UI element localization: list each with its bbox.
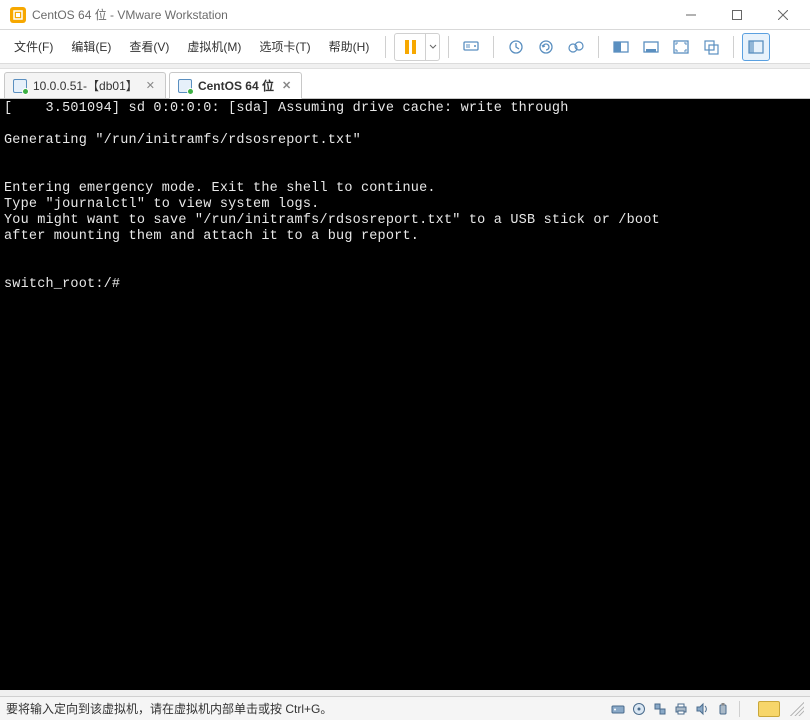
send-ctrl-alt-del-icon[interactable]	[457, 33, 485, 61]
statusbar: 要将输入定向到该虚拟机，请在虚拟机内部单击或按 Ctrl+G。	[0, 696, 810, 720]
window-title: CentOS 64 位 - VMware Workstation	[32, 6, 668, 23]
minimize-button[interactable]	[668, 0, 714, 30]
tab-db01[interactable]: 10.0.0.51-【db01】 ✕	[4, 72, 166, 98]
printer-icon[interactable]	[673, 701, 689, 717]
separator	[493, 36, 494, 58]
vm-icon	[13, 79, 27, 93]
harddisk-icon[interactable]	[610, 701, 626, 717]
cdrom-icon[interactable]	[631, 701, 647, 717]
vmware-app-icon	[10, 7, 26, 23]
chevron-down-icon[interactable]	[425, 34, 439, 60]
snapshot-take-icon[interactable]	[502, 33, 530, 61]
thumbnail-bar-icon[interactable]	[742, 33, 770, 61]
separator	[598, 36, 599, 58]
snapshot-manager-icon[interactable]	[562, 33, 590, 61]
device-status-icons	[610, 701, 731, 717]
menu-view[interactable]: 查看(V)	[121, 34, 177, 59]
vm-icon	[178, 79, 192, 93]
unity-icon[interactable]	[697, 33, 725, 61]
usb-icon[interactable]	[715, 701, 731, 717]
status-message: 要将输入定向到该虚拟机，请在虚拟机内部单击或按 Ctrl+G。	[6, 700, 610, 717]
menu-vm[interactable]: 虚拟机(M)	[179, 34, 249, 59]
titlebar: CentOS 64 位 - VMware Workstation	[0, 0, 810, 30]
menu-file[interactable]: 文件(F)	[6, 34, 61, 59]
menu-tabs[interactable]: 选项卡(T)	[251, 34, 318, 59]
fit-guest-icon[interactable]	[607, 33, 635, 61]
menu-edit[interactable]: 编辑(E)	[63, 34, 119, 59]
resize-grip[interactable]	[790, 702, 804, 716]
separator	[739, 701, 740, 717]
snapshot-revert-icon[interactable]	[532, 33, 560, 61]
close-icon[interactable]: ✕	[280, 79, 293, 92]
vm-console[interactable]: [ 3.501094] sd 0:0:0:0: [sda] Assuming d…	[0, 99, 810, 690]
fit-window-icon[interactable]	[637, 33, 665, 61]
maximize-button[interactable]	[714, 0, 760, 30]
fullscreen-icon[interactable]	[667, 33, 695, 61]
menu-help[interactable]: 帮助(H)	[321, 34, 378, 59]
sound-icon[interactable]	[694, 701, 710, 717]
tabstrip: 10.0.0.51-【db01】 ✕ CentOS 64 位 ✕	[0, 69, 810, 99]
power-button-group[interactable]	[394, 33, 440, 61]
menubar: 文件(F) 编辑(E) 查看(V) 虚拟机(M) 选项卡(T) 帮助(H)	[0, 30, 810, 64]
tab-label: CentOS 64 位	[198, 77, 274, 94]
close-icon[interactable]: ✕	[144, 79, 157, 92]
network-icon[interactable]	[652, 701, 668, 717]
close-button[interactable]	[760, 0, 806, 30]
separator	[733, 36, 734, 58]
tab-centos[interactable]: CentOS 64 位 ✕	[169, 72, 302, 99]
separator	[448, 36, 449, 58]
separator	[385, 36, 386, 58]
folder-icon[interactable]	[758, 701, 780, 717]
pause-icon[interactable]	[395, 40, 425, 54]
window-controls	[668, 0, 806, 29]
tab-label: 10.0.0.51-【db01】	[33, 77, 138, 94]
